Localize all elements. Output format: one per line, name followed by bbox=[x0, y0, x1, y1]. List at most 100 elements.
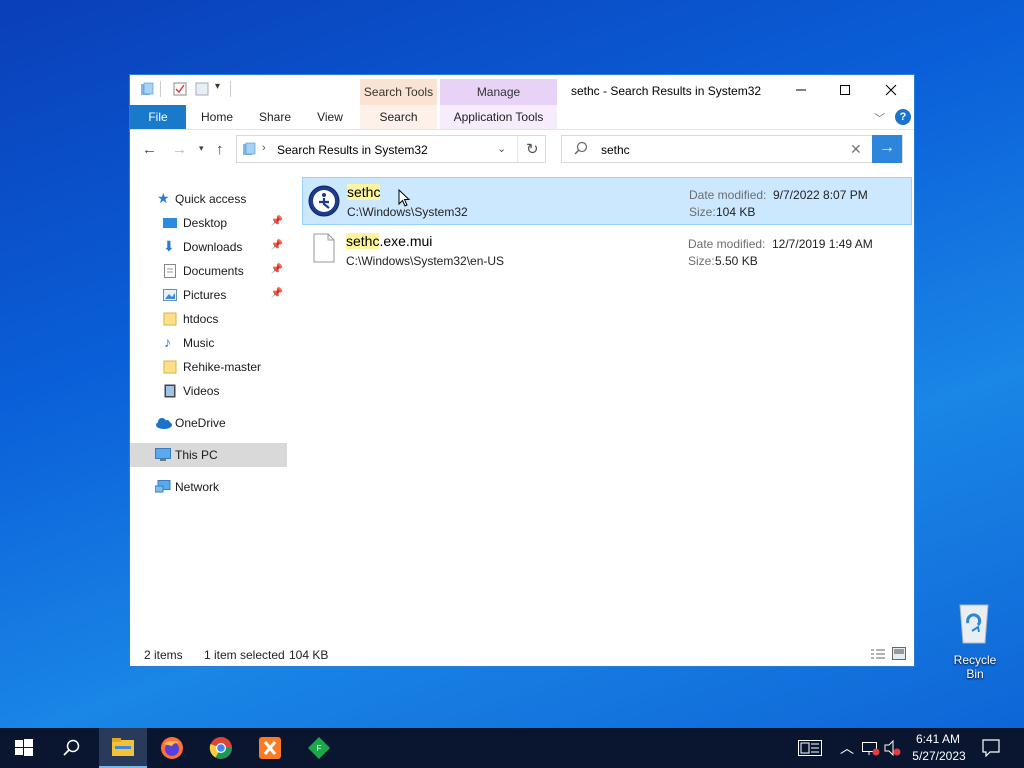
app-diamond-icon: F bbox=[308, 737, 330, 759]
minimize-button[interactable] bbox=[778, 75, 824, 105]
date-label: Date modified: bbox=[688, 237, 766, 251]
sethc-app-icon bbox=[308, 185, 340, 220]
maximize-button[interactable] bbox=[822, 75, 868, 105]
sidebar-item-documents[interactable]: Documents 📌 bbox=[130, 259, 287, 283]
sidebar-item-label: htdocs bbox=[183, 312, 219, 326]
star-icon: ★ bbox=[157, 190, 170, 206]
show-hidden-icons-icon[interactable]: ︿ bbox=[840, 738, 854, 758]
sidebar-item-this-pc[interactable]: This PC bbox=[130, 443, 287, 467]
refresh-icon[interactable]: ↻ bbox=[526, 140, 539, 158]
sidebar-item-label: Documents bbox=[183, 264, 244, 278]
folder-icon bbox=[163, 360, 177, 374]
sidebar-item-downloads[interactable]: ⬇ Downloads 📌 bbox=[130, 235, 287, 259]
up-icon[interactable]: ↑ bbox=[216, 141, 224, 158]
address-dropdown-icon[interactable]: ⌄ bbox=[497, 142, 506, 155]
clear-search-icon[interactable]: ✕ bbox=[850, 141, 862, 158]
minimize-icon bbox=[796, 89, 806, 91]
help-icon[interactable]: ? bbox=[895, 109, 911, 125]
forward-icon[interactable]: → bbox=[172, 141, 187, 158]
tab-file[interactable]: File bbox=[130, 105, 186, 129]
desktop-icon bbox=[163, 216, 177, 230]
pin-icon: 📌 bbox=[270, 216, 283, 227]
date-label: Date modified: bbox=[689, 188, 767, 202]
arrow-right-icon: → bbox=[879, 139, 895, 156]
tab-search[interactable]: Search bbox=[360, 105, 437, 129]
firefox-icon bbox=[161, 737, 183, 759]
sidebar-item-label: Videos bbox=[183, 384, 220, 398]
tab-application-tools[interactable]: Application Tools bbox=[440, 105, 557, 129]
network-icon bbox=[154, 480, 171, 494]
window-title: sethc - Search Results in System32 bbox=[571, 84, 762, 98]
start-button[interactable] bbox=[0, 728, 48, 768]
tab-share[interactable]: Share bbox=[250, 105, 300, 129]
mouse-cursor-icon bbox=[398, 188, 412, 212]
sidebar-item-pictures[interactable]: Pictures 📌 bbox=[130, 283, 287, 307]
result-row-sethc-exe-mui[interactable]: sethc.exe.mui C:\Windows\System32\en-US … bbox=[302, 227, 912, 275]
file-path: C:\Windows\System32\en-US bbox=[346, 254, 505, 268]
taskbar-firefox[interactable] bbox=[148, 728, 196, 768]
navigation-pane: ★ Quick access Desktop 📌 ⬇ Downloads 📌 D… bbox=[130, 177, 287, 643]
sidebar-item-music[interactable]: ♪ Music bbox=[130, 331, 287, 355]
taskbar-file-explorer[interactable] bbox=[99, 728, 147, 768]
search-box[interactable]: sethc ✕ bbox=[561, 135, 903, 163]
customize-qat-icon[interactable]: ▾ bbox=[215, 81, 220, 92]
chrome-icon bbox=[209, 737, 232, 759]
close-button[interactable] bbox=[868, 75, 914, 105]
result-row-sethc[interactable]: sethc C:\Windows\System32 Date modified:… bbox=[302, 177, 912, 225]
search-input[interactable]: sethc bbox=[601, 143, 630, 157]
taskbar: F ︿ 6:41 AM 5/27/2023 bbox=[0, 728, 1024, 768]
sidebar-item-label: Network bbox=[175, 480, 220, 494]
news-widget-icon[interactable] bbox=[798, 740, 822, 759]
new-folder-icon[interactable] bbox=[195, 82, 209, 96]
sidebar-item-htdocs[interactable]: htdocs bbox=[130, 307, 287, 331]
context-tab-manage: Manage bbox=[440, 79, 557, 105]
sidebar-item-network[interactable]: Network bbox=[130, 475, 287, 499]
notifications-icon[interactable] bbox=[982, 739, 1000, 760]
tab-home[interactable]: Home bbox=[192, 105, 242, 129]
sidebar-item-quick-access[interactable]: ★ Quick access bbox=[130, 187, 287, 211]
tab-view[interactable]: View bbox=[306, 105, 354, 129]
sidebar-item-desktop[interactable]: Desktop 📌 bbox=[130, 211, 287, 235]
search-button[interactable] bbox=[48, 728, 96, 768]
documents-icon bbox=[164, 264, 178, 278]
taskbar-app[interactable]: F bbox=[295, 728, 343, 768]
maximize-icon bbox=[840, 85, 850, 95]
volume-muted-icon[interactable] bbox=[884, 739, 902, 759]
pictures-icon bbox=[163, 288, 177, 302]
expand-ribbon-icon[interactable]: ﹀ bbox=[874, 110, 885, 126]
sidebar-item-rehike-master[interactable]: Rehike-master bbox=[130, 355, 287, 379]
name-match: sethc bbox=[347, 184, 381, 200]
sidebar-item-videos[interactable]: Videos bbox=[130, 379, 287, 403]
address-bar[interactable]: › Search Results in System32 ⌄ ↻ bbox=[236, 135, 546, 163]
network-status-icon[interactable] bbox=[862, 740, 880, 759]
back-icon[interactable]: ← bbox=[142, 141, 157, 158]
pin-icon: 📌 bbox=[270, 264, 283, 275]
size-value: 104 KB bbox=[716, 205, 756, 219]
clock-time[interactable]: 6:41 AM bbox=[910, 732, 966, 746]
taskbar-xampp[interactable] bbox=[246, 728, 294, 768]
recent-locations-icon[interactable]: ▾ bbox=[199, 143, 204, 154]
file-explorer-icon bbox=[112, 738, 134, 756]
selection-size: 104 KB bbox=[289, 648, 329, 662]
details-view-icon[interactable] bbox=[870, 648, 886, 663]
sidebar-item-label: Music bbox=[183, 336, 215, 350]
sidebar-item-label: OneDrive bbox=[175, 416, 226, 430]
large-icons-view-icon[interactable] bbox=[892, 647, 906, 663]
properties-icon[interactable] bbox=[173, 82, 187, 96]
size-value: 5.50 KB bbox=[715, 254, 758, 268]
search-go-button[interactable]: → bbox=[872, 135, 902, 163]
cloud-icon bbox=[155, 416, 172, 430]
navigation-bar: ← → ▾ ↑ › Search Results in System32 ⌄ ↻… bbox=[130, 131, 914, 167]
breadcrumb-chevron-icon[interactable]: › bbox=[262, 142, 266, 154]
clock-date[interactable]: 5/27/2023 bbox=[908, 749, 970, 763]
file-name: sethc bbox=[347, 184, 381, 200]
sidebar-item-onedrive[interactable]: OneDrive bbox=[130, 411, 287, 435]
pin-icon: 📌 bbox=[270, 288, 283, 299]
context-tab-search-tools: Search Tools bbox=[360, 79, 437, 105]
item-count: 2 items bbox=[144, 648, 183, 662]
taskbar-chrome[interactable] bbox=[197, 728, 245, 768]
size-label: Size: bbox=[688, 254, 715, 268]
search-icon bbox=[574, 141, 588, 158]
date-value: 9/7/2022 8:07 PM bbox=[773, 188, 868, 202]
title-bar[interactable]: ▾ Search Tools Manage sethc - Search Res… bbox=[130, 75, 914, 105]
